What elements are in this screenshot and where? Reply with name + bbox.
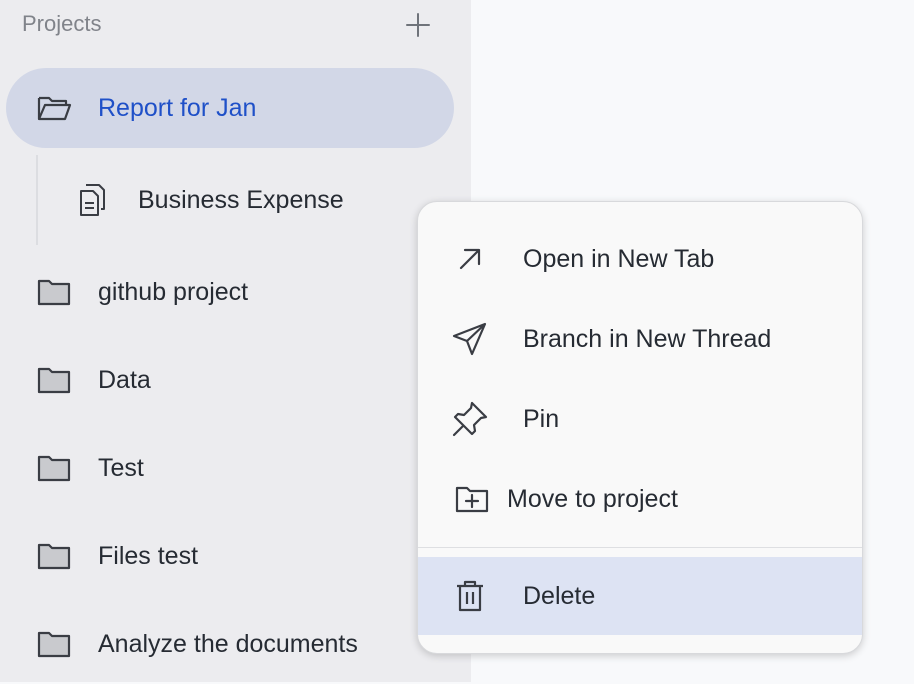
menu-divider — [418, 547, 862, 548]
pin-menu-item[interactable]: Pin — [418, 380, 862, 458]
send-icon — [450, 319, 490, 359]
folder-icon — [36, 274, 72, 310]
project-item-files-test[interactable]: Files test — [6, 516, 454, 596]
menu-item-label: Pin — [523, 404, 560, 433]
sidebar: Projects Report for Jan Business Expense — [0, 0, 471, 682]
folder-icon — [36, 362, 72, 398]
arrow-up-right-icon — [450, 239, 490, 279]
project-item-report-for-jan[interactable]: Report for Jan — [6, 68, 454, 148]
project-item-test[interactable]: Test — [6, 428, 454, 508]
menu-item-label: Move to project — [507, 484, 678, 513]
folder-icon — [36, 450, 72, 486]
project-label: github project — [98, 277, 249, 306]
branch-in-new-thread-menu-item[interactable]: Branch in New Thread — [418, 300, 862, 378]
pin-icon — [450, 399, 490, 439]
folder-icon — [36, 538, 72, 574]
menu-item-label: Open in New Tab — [523, 244, 715, 273]
folder-plus-icon — [452, 479, 492, 519]
project-item-analyze-the-documents[interactable]: Analyze the documents — [6, 604, 454, 684]
project-item-data[interactable]: Data — [6, 340, 454, 420]
move-to-project-menu-item[interactable]: Move to project — [418, 460, 862, 538]
project-label: Files test — [98, 541, 199, 570]
delete-menu-item[interactable]: Delete — [418, 557, 862, 635]
projects-header: Projects — [22, 11, 102, 36]
project-label: Analyze the documents — [98, 629, 358, 658]
document-icon — [74, 182, 110, 218]
tree-guide-line — [36, 155, 38, 245]
plus-icon — [406, 13, 430, 37]
open-in-new-tab-menu-item[interactable]: Open in New Tab — [418, 220, 862, 298]
project-label: Report for Jan — [98, 93, 257, 122]
project-label: Data — [98, 365, 151, 394]
project-item-github-project[interactable]: github project — [6, 252, 454, 332]
context-menu: Open in New Tab Branch in New Thread Pin… — [417, 201, 863, 654]
trash-icon — [450, 576, 490, 616]
menu-item-label: Branch in New Thread — [523, 324, 772, 353]
thread-label: Business Expense — [138, 185, 344, 214]
project-label: Test — [98, 453, 144, 482]
folder-open-icon — [36, 90, 72, 126]
thread-item-business-expense[interactable]: Business Expense — [44, 160, 454, 240]
folder-icon — [36, 626, 72, 662]
add-project-button[interactable] — [401, 8, 435, 42]
menu-item-label: Delete — [523, 581, 596, 610]
